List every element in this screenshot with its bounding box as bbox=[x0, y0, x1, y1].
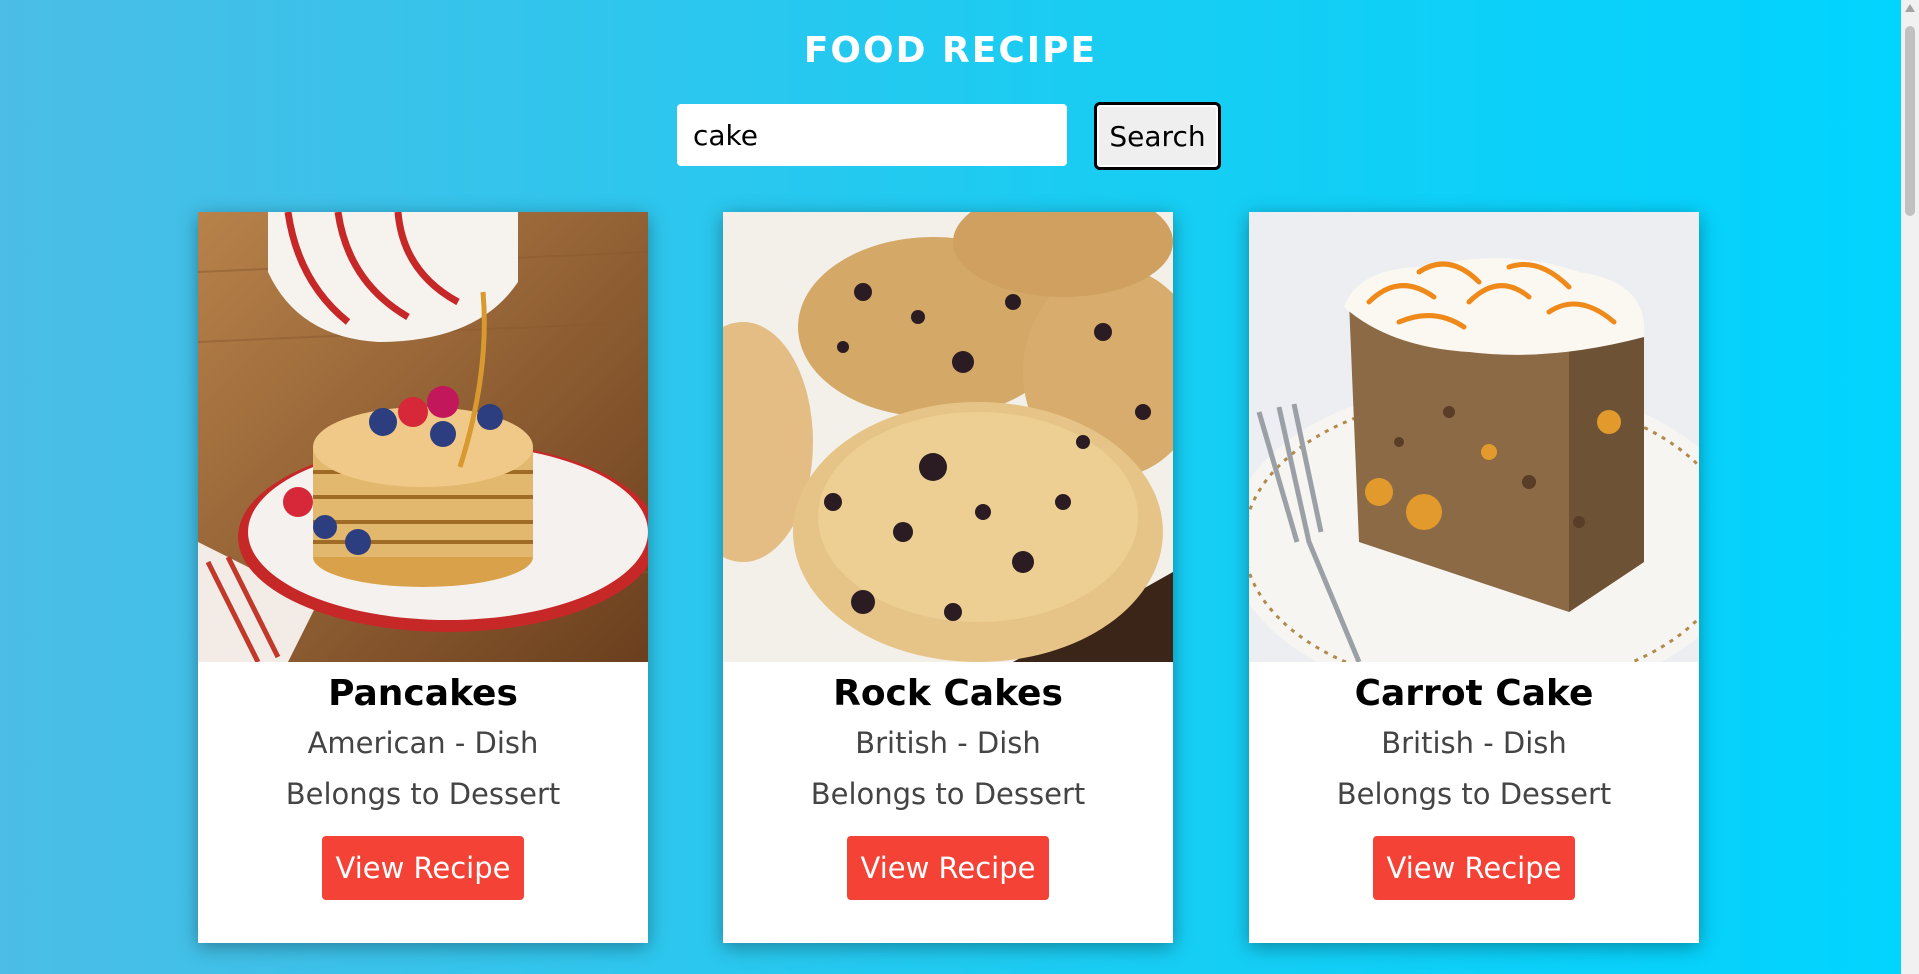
search-button[interactable]: Search bbox=[1094, 102, 1221, 170]
scrollbar-thumb[interactable] bbox=[1905, 26, 1915, 216]
recipe-title: Pancakes bbox=[328, 673, 518, 714]
recipe-area: British - Dish bbox=[1381, 726, 1567, 760]
recipe-image-carrot-cake[interactable] bbox=[1249, 212, 1699, 662]
view-recipe-button[interactable]: View Recipe bbox=[321, 836, 525, 900]
recipe-image-pancakes[interactable] bbox=[198, 212, 648, 662]
recipe-card: Rock Cakes British - Dish Belongs to Des… bbox=[723, 212, 1173, 943]
recipe-image-rock-cakes[interactable] bbox=[723, 212, 1173, 662]
recipe-title: Carrot Cake bbox=[1354, 673, 1594, 714]
recipe-title: Rock Cakes bbox=[833, 673, 1063, 714]
scroll-up-arrow-icon[interactable] bbox=[1905, 4, 1915, 12]
view-recipe-button[interactable]: View Recipe bbox=[846, 836, 1050, 900]
recipe-card: Carrot Cake British - Dish Belongs to De… bbox=[1249, 212, 1699, 943]
view-recipe-button[interactable]: View Recipe bbox=[1372, 836, 1576, 900]
page-title: FOOD RECIPE bbox=[803, 30, 1098, 71]
recipe-category: Belongs to Dessert bbox=[1336, 777, 1612, 811]
vertical-scrollbar[interactable] bbox=[1901, 0, 1919, 974]
app-root: FOOD RECIPE Search bbox=[0, 0, 1901, 974]
recipe-category: Belongs to Dessert bbox=[285, 777, 561, 811]
recipe-area: British - Dish bbox=[855, 726, 1041, 760]
recipe-area: American - Dish bbox=[307, 726, 539, 760]
recipe-category: Belongs to Dessert bbox=[810, 777, 1086, 811]
recipe-card: Pancakes American - Dish Belongs to Dess… bbox=[198, 212, 648, 943]
search-input[interactable] bbox=[677, 104, 1067, 166]
